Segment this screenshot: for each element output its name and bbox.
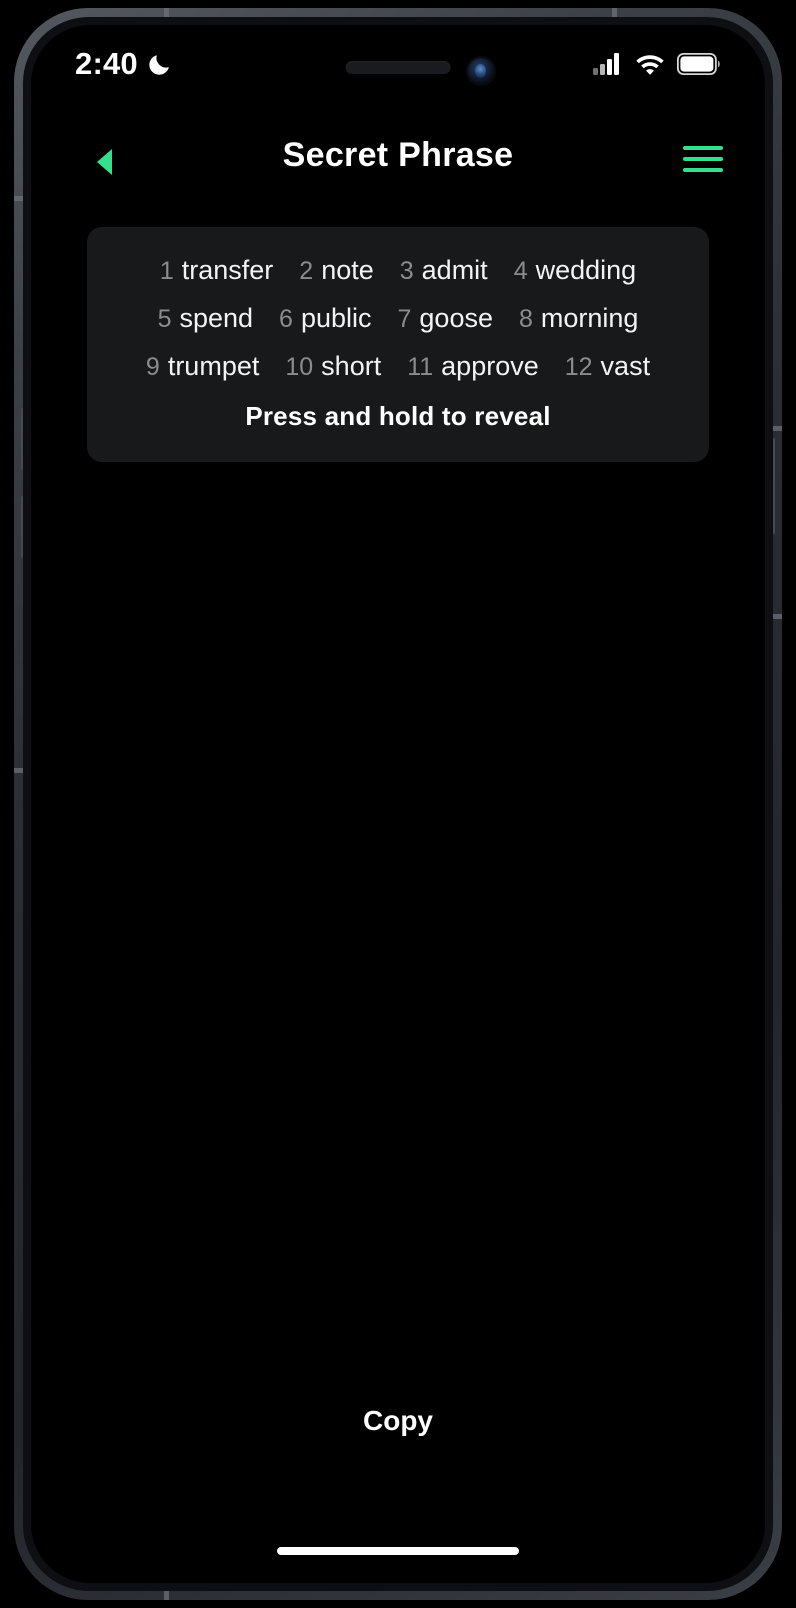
- page-title: Secret Phrase: [282, 136, 514, 174]
- word-chip: 6 public: [279, 303, 371, 334]
- antenna-seam-left-top: [14, 196, 23, 201]
- antenna-seam-bottom: [164, 1591, 169, 1600]
- word-text: vast: [600, 351, 651, 381]
- word-text: public: [300, 303, 372, 333]
- word-text: morning: [540, 303, 639, 333]
- word-index: 1: [159, 257, 174, 285]
- status-bar-right: [593, 53, 721, 75]
- status-bar-left: 2:40: [75, 46, 172, 82]
- word-chip: 8 morning: [519, 303, 638, 334]
- word-text: admit: [421, 255, 488, 285]
- phone-bezel: 2:40 Secret Phrase 1 transfer 2 note 3 a…: [23, 17, 773, 1591]
- word-index: 12: [564, 353, 593, 381]
- word-index: 2: [299, 257, 314, 285]
- word-row: 9 trumpet 10 short 11 approve 12 vast: [109, 351, 687, 382]
- secret-phrase-card[interactable]: 1 transfer 2 note 3 admit 4 wedding 5 spend 6 publi…: [87, 227, 709, 462]
- battery-full-icon: [677, 53, 720, 75]
- word-index: 3: [399, 257, 414, 285]
- word-index: 6: [279, 305, 293, 333]
- word-text: approve: [441, 351, 539, 381]
- menu-bar-2: [683, 157, 723, 161]
- word-text: short: [321, 351, 382, 381]
- reveal-hint-label: Press and hold to reveal: [245, 401, 551, 431]
- word-index: 4: [513, 257, 528, 285]
- antenna-seam-top-right: [612, 8, 617, 17]
- word-text: wedding: [535, 255, 637, 285]
- earpiece-speaker: [345, 61, 451, 74]
- word-chip: 7 goose: [398, 303, 493, 334]
- word-chip: 1 transfer: [160, 255, 273, 286]
- menu-bar-1: [683, 146, 723, 150]
- word-text: goose: [419, 303, 493, 333]
- crescent-moon-icon: [149, 54, 169, 75]
- front-camera-icon: [468, 58, 494, 84]
- home-indicator[interactable]: [277, 1547, 519, 1555]
- word-index: 8: [518, 305, 533, 333]
- word-chip: 2 note: [299, 255, 373, 286]
- nav-header: Secret Phrase: [31, 125, 765, 197]
- word-index: 11: [407, 353, 434, 381]
- wifi-icon: [636, 55, 664, 75]
- status-clock: 2:40: [75, 46, 138, 81]
- phone-frame: 2:40 Secret Phrase 1 transfer 2 note 3 a…: [14, 8, 782, 1600]
- word-text: transfer: [181, 255, 274, 285]
- word-chip: 10 short: [285, 351, 381, 382]
- antenna-seam-top: [164, 8, 169, 17]
- word-chip: 9 trumpet: [146, 351, 259, 382]
- word-grid: 1 transfer 2 note 3 admit 4 wedding 5 spend 6 publi…: [109, 255, 687, 382]
- phone-screen: 2:40 Secret Phrase 1 transfer 2 note 3 a…: [31, 25, 765, 1583]
- hamburger-menu-icon[interactable]: [679, 141, 727, 177]
- word-chip: 11 approve: [407, 351, 539, 382]
- menu-bar-3: [683, 168, 723, 172]
- word-row: 1 transfer 2 note 3 admit 4 wedding: [109, 255, 687, 286]
- word-text: spend: [179, 303, 254, 333]
- antenna-seam-right-bottom: [773, 614, 782, 619]
- word-index: 7: [397, 305, 412, 333]
- word-row: 5 spend 6 public 7 goose 8 morning: [109, 303, 687, 334]
- word-chip: 3 admit: [400, 255, 488, 286]
- word-index: 5: [157, 305, 172, 333]
- antenna-seam-right-top: [773, 426, 782, 431]
- word-text: trumpet: [167, 351, 260, 381]
- word-chip: 4 wedding: [514, 255, 636, 286]
- word-index: 10: [285, 353, 314, 381]
- antenna-seam-left-bottom: [14, 768, 23, 773]
- cellular-signal-icon: [593, 53, 619, 75]
- copy-button[interactable]: Copy: [31, 1405, 765, 1437]
- word-chip: 5 spend: [158, 303, 253, 334]
- word-index: 9: [145, 353, 160, 381]
- word-chip: 12 vast: [565, 351, 650, 382]
- word-text: note: [321, 255, 374, 285]
